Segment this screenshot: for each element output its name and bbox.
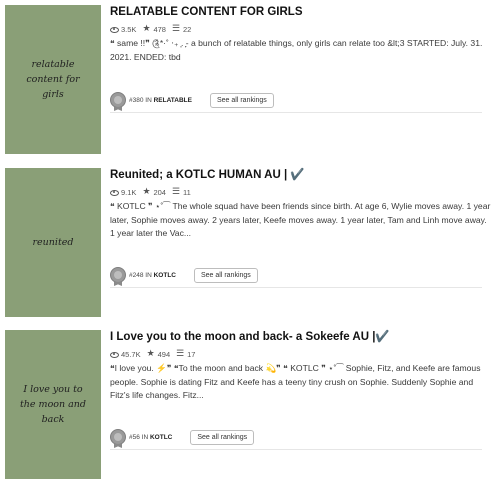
story-cover[interactable]: relatable content for girls bbox=[5, 5, 101, 154]
story-info: I Love you to the moon and back- a Sokee… bbox=[110, 330, 492, 403]
story-description: ❝I love you. ⚡❞ ❝To the moon and back 💫❞… bbox=[110, 363, 481, 401]
eye-icon bbox=[110, 350, 119, 359]
story-title[interactable]: I Love you to the moon and back- a Sokee… bbox=[110, 330, 492, 344]
list-icon bbox=[172, 186, 181, 197]
story-info: RELATABLE CONTENT FOR GIRLS 3.5K 478 22 … bbox=[110, 5, 492, 64]
story-stats: 3.5K 478 22 bbox=[110, 23, 492, 34]
story-stats: 45.7K 494 17 bbox=[110, 348, 492, 359]
story-cover[interactable]: I love you to the moon and back bbox=[5, 330, 101, 479]
ranking-row: #56 IN KOTLC See all rankings bbox=[110, 425, 482, 450]
see-all-rankings-button[interactable]: See all rankings bbox=[193, 267, 258, 283]
story-card[interactable]: reunited Reunited; a KOTLC HUMAN AU | ✔️… bbox=[5, 168, 492, 318]
votes-count: 478 bbox=[153, 24, 166, 34]
medal-icon bbox=[110, 429, 126, 445]
medal-icon bbox=[110, 92, 126, 108]
list-icon bbox=[172, 23, 181, 34]
reads-count: 3.5K bbox=[121, 24, 137, 34]
rank-label: #380 IN RELATABLE bbox=[129, 96, 192, 104]
rank-label: #56 IN KOTLC bbox=[129, 433, 173, 441]
medal-icon bbox=[110, 267, 126, 283]
reads-count: 45.7K bbox=[121, 349, 141, 359]
star-icon bbox=[142, 186, 151, 197]
parts-count: 11 bbox=[182, 187, 191, 197]
story-description: ❝ same !!❞ ༊*·˚ ‧₊ ͙. ̟- a bunch of rela… bbox=[110, 38, 483, 62]
ranking-row: #248 IN KOTLC See all rankings bbox=[110, 263, 482, 288]
eye-icon bbox=[110, 25, 119, 34]
rank-label: #248 IN KOTLC bbox=[129, 271, 176, 279]
cover-text: reunited bbox=[32, 236, 74, 248]
reads-count: 9.1K bbox=[121, 187, 137, 197]
parts-count: 22 bbox=[182, 24, 192, 34]
story-description: ❝ KOTLC ❞ ⋆˚⁀ The whole squad have been … bbox=[110, 201, 491, 239]
see-all-rankings-button[interactable]: See all rankings bbox=[190, 429, 255, 445]
votes-count: 494 bbox=[157, 349, 171, 359]
votes-count: 204 bbox=[153, 187, 166, 197]
list-icon bbox=[176, 348, 185, 359]
cover-text: relatable content for girls bbox=[26, 58, 80, 101]
story-info: Reunited; a KOTLC HUMAN AU | ✔️ 9.1K 204… bbox=[110, 168, 492, 241]
parts-count: 17 bbox=[187, 349, 196, 359]
star-icon bbox=[142, 23, 151, 34]
story-cover[interactable]: reunited bbox=[5, 168, 101, 317]
cover-text: I love you to the moon and back bbox=[19, 383, 87, 426]
story-title[interactable]: RELATABLE CONTENT FOR GIRLS bbox=[110, 5, 492, 19]
star-icon bbox=[147, 348, 156, 359]
eye-icon bbox=[110, 188, 119, 197]
story-stats: 9.1K 204 11 bbox=[110, 186, 492, 197]
story-card[interactable]: relatable content for girls RELATABLE CO… bbox=[5, 5, 492, 155]
ranking-row: #380 IN RELATABLE See all rankings bbox=[110, 88, 482, 113]
story-title[interactable]: Reunited; a KOTLC HUMAN AU | ✔️ bbox=[110, 168, 492, 182]
story-card[interactable]: I love you to the moon and back I Love y… bbox=[5, 330, 492, 480]
see-all-rankings-button[interactable]: See all rankings bbox=[210, 92, 274, 108]
